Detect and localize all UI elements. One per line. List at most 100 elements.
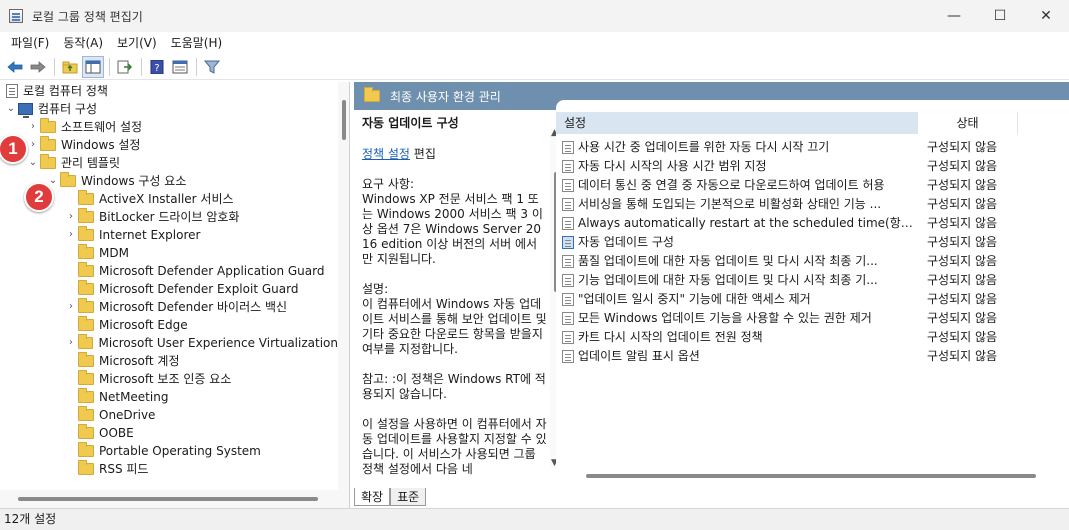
scrollbar-thumb[interactable] xyxy=(18,497,318,501)
close-button[interactable]: ✕ xyxy=(1023,0,1069,32)
tree-label: OneDrive xyxy=(99,408,156,422)
scrollbar-thumb[interactable] xyxy=(342,100,346,140)
minimize-button[interactable]: — xyxy=(931,0,977,32)
policy-name: 모든 Windows 업데이트 기능을 사용할 수 있는 권한 제거 xyxy=(578,311,872,325)
tree-component-item[interactable]: › Internet Explorer xyxy=(0,226,338,244)
column-header-setting[interactable]: 설정 xyxy=(556,112,918,134)
forward-button[interactable] xyxy=(27,56,49,78)
policy-name: 데이터 통신 중 연결 중 자동으로 다운로드하여 업데이트 허용 xyxy=(578,178,885,192)
menu-help[interactable]: 도움말(H) xyxy=(164,32,230,54)
chevron-right-icon[interactable]: › xyxy=(64,226,78,244)
component-list: ActiveX Installer 서비스 › BitLocker 드라이브 암호화… xyxy=(0,190,338,478)
policy-state: 구성되지 않음 xyxy=(927,292,998,306)
tree-component-item[interactable]: NetMeeting xyxy=(0,388,338,406)
column-header-state[interactable]: 상태 xyxy=(918,112,1018,134)
tree-label: 관리 템플릿 xyxy=(61,156,121,170)
tree-component-item[interactable]: Microsoft 계정 xyxy=(0,352,338,370)
toolbar-separator xyxy=(54,57,55,76)
tree-component-item[interactable]: MDM xyxy=(0,244,338,262)
folder-icon xyxy=(78,406,94,421)
chevron-right-icon[interactable]: › xyxy=(64,334,78,352)
toolbar-separator xyxy=(141,57,142,76)
tree-component-item[interactable]: Portable Operating System xyxy=(0,442,338,460)
tree-component-item[interactable]: Microsoft Edge xyxy=(0,316,338,334)
menu-view[interactable]: 보기(V) xyxy=(110,32,164,54)
policy-row[interactable]: 모든 Windows 업데이트 기능을 사용할 수 있는 권한 제거 구성되지 않… xyxy=(556,309,1069,328)
help-button[interactable]: ? xyxy=(146,56,168,78)
chevron-right-icon[interactable]: › xyxy=(64,208,78,226)
policy-row[interactable]: 업데이트 알림 표시 옵션 구성되지 않음 xyxy=(556,347,1069,366)
policy-state: 구성되지 않음 xyxy=(927,330,998,344)
list-horizontal-scrollbar[interactable] xyxy=(586,474,1036,478)
policy-row[interactable]: 서비싱을 통해 도입되는 기본적으로 비활성화 상태인 기능 ... 구성되지 않… xyxy=(556,195,1069,214)
chevron-right-icon[interactable]: › xyxy=(64,298,78,316)
chevron-right-icon[interactable]: › xyxy=(26,136,40,154)
tree-label: Windows 설정 xyxy=(61,138,141,152)
export-list-button[interactable] xyxy=(114,56,136,78)
policy-document-icon xyxy=(6,84,18,98)
description-pane: 자동 업데이트 구성 정책 설정 편집 요구 사항: Windows XP 전문… xyxy=(354,110,550,486)
policy-row[interactable]: 자동 업데이트 구성 구성되지 않음 xyxy=(556,233,1069,252)
tree-component-item[interactable]: OneDrive xyxy=(0,406,338,424)
policy-row[interactable]: 자동 다시 시작의 사용 시간 범위 지정 구성되지 않음 xyxy=(556,157,1069,176)
policy-setting-icon xyxy=(562,236,574,249)
tree-component-item[interactable]: OOBE xyxy=(0,424,338,442)
back-button[interactable] xyxy=(4,56,26,78)
tree-computer-config[interactable]: ⌄ 컴퓨터 구성 xyxy=(0,100,338,118)
policy-state: 구성되지 않음 xyxy=(927,216,998,230)
tab-extended[interactable]: 확장 xyxy=(354,488,391,506)
folder-icon xyxy=(78,280,94,295)
tree-component-item[interactable]: Microsoft 보조 인증 요소 xyxy=(0,370,338,388)
policy-row[interactable]: 품질 업데이트에 대한 자동 업데이트 및 다시 시작 최종 기... 구성되지 … xyxy=(556,252,1069,271)
details-header-title: 최종 사용자 환경 관리 xyxy=(390,89,501,104)
properties-view-button[interactable] xyxy=(169,56,191,78)
maximize-button[interactable]: ☐ xyxy=(977,0,1023,32)
tree-label: BitLocker 드라이브 암호화 xyxy=(99,210,240,224)
tree-horizontal-scrollbar[interactable] xyxy=(0,490,349,508)
back-icon xyxy=(7,60,23,73)
folder-icon xyxy=(78,262,94,277)
menu-file[interactable]: 파일(F) xyxy=(4,32,56,54)
list-header: 설정 상태 xyxy=(556,112,1069,134)
policy-row[interactable]: 카트 다시 시작의 업데이트 전원 정책 구성되지 않음 xyxy=(556,328,1069,347)
toolbar-separator xyxy=(196,57,197,76)
properties-view-icon xyxy=(172,60,188,73)
tree-windows-settings[interactable]: › Windows 설정 xyxy=(0,136,338,154)
show-hide-tree-icon xyxy=(85,60,101,73)
tree-component-item[interactable]: › Microsoft Defender 바이러스 백신 xyxy=(0,298,338,316)
policy-name: 품질 업데이트에 대한 자동 업데이트 및 다시 시작 최종 기... xyxy=(578,254,878,268)
edit-policy-link[interactable]: 정책 설정 xyxy=(362,147,410,161)
policy-setting-icon xyxy=(562,350,574,363)
tree-component-item[interactable]: › BitLocker 드라이브 암호화 xyxy=(0,208,338,226)
tree-vertical-scrollbar[interactable] xyxy=(338,82,349,490)
policy-name: 자동 다시 시작의 사용 시간 범위 지정 xyxy=(578,159,767,173)
folder-icon xyxy=(60,172,76,187)
up-folder-button[interactable] xyxy=(59,56,81,78)
chevron-down-icon[interactable]: ⌄ xyxy=(26,154,40,172)
filter-button[interactable] xyxy=(201,56,223,78)
tree-component-item[interactable]: Microsoft Defender Exploit Guard xyxy=(0,280,338,298)
tree-label: 로컬 컴퓨터 정책 xyxy=(23,84,108,98)
policy-name: 자동 업데이트 구성 xyxy=(578,235,674,249)
policy-name: 서비싱을 통해 도입되는 기본적으로 비활성화 상태인 기능 ... xyxy=(578,197,882,211)
tab-standard[interactable]: 표준 xyxy=(390,488,427,506)
tree-software-settings[interactable]: › 소프트웨어 설정 xyxy=(0,118,338,136)
policy-row[interactable]: 기능 업데이트에 대한 자동 업데이트 및 다시 시작 최종 기... 구성되지 … xyxy=(556,271,1069,290)
tree-root[interactable]: 로컬 컴퓨터 정책 xyxy=(0,82,338,100)
show-hide-tree-button[interactable] xyxy=(82,55,104,78)
folder-icon xyxy=(40,118,56,133)
menu-action[interactable]: 동작(A) xyxy=(56,32,110,54)
policy-row[interactable]: 데이터 통신 중 연결 중 자동으로 다운로드하여 업데이트 허용 구성되지 않음 xyxy=(556,176,1069,195)
tree-component-item[interactable]: › Microsoft User Experience Virtualizatio… xyxy=(0,334,338,352)
policy-row[interactable]: Always automatically restart at the sche… xyxy=(556,214,1069,233)
tree-component-item[interactable]: Microsoft Defender Application Guard xyxy=(0,262,338,280)
tree-component-item[interactable]: RSS 피드 xyxy=(0,460,338,478)
folder-icon xyxy=(78,370,94,385)
tree-label: Microsoft Defender Exploit Guard xyxy=(99,282,299,296)
policy-row[interactable]: 사용 시간 중 업데이트를 위한 자동 다시 시작 끄기 구성되지 않음 xyxy=(556,138,1069,157)
desc-requirements: 요구 사항: Windows XP 전문 서비스 팩 1 또는 Windows … xyxy=(362,177,543,266)
policy-row[interactable]: "업데이트 일시 중지" 기능에 대한 액세스 제거 구성되지 않음 xyxy=(556,290,1069,309)
chevron-right-icon[interactable]: › xyxy=(26,118,40,136)
tree-admin-templates[interactable]: ⌄ 관리 템플릿 xyxy=(0,154,338,172)
chevron-down-icon[interactable]: ⌄ xyxy=(4,100,18,118)
